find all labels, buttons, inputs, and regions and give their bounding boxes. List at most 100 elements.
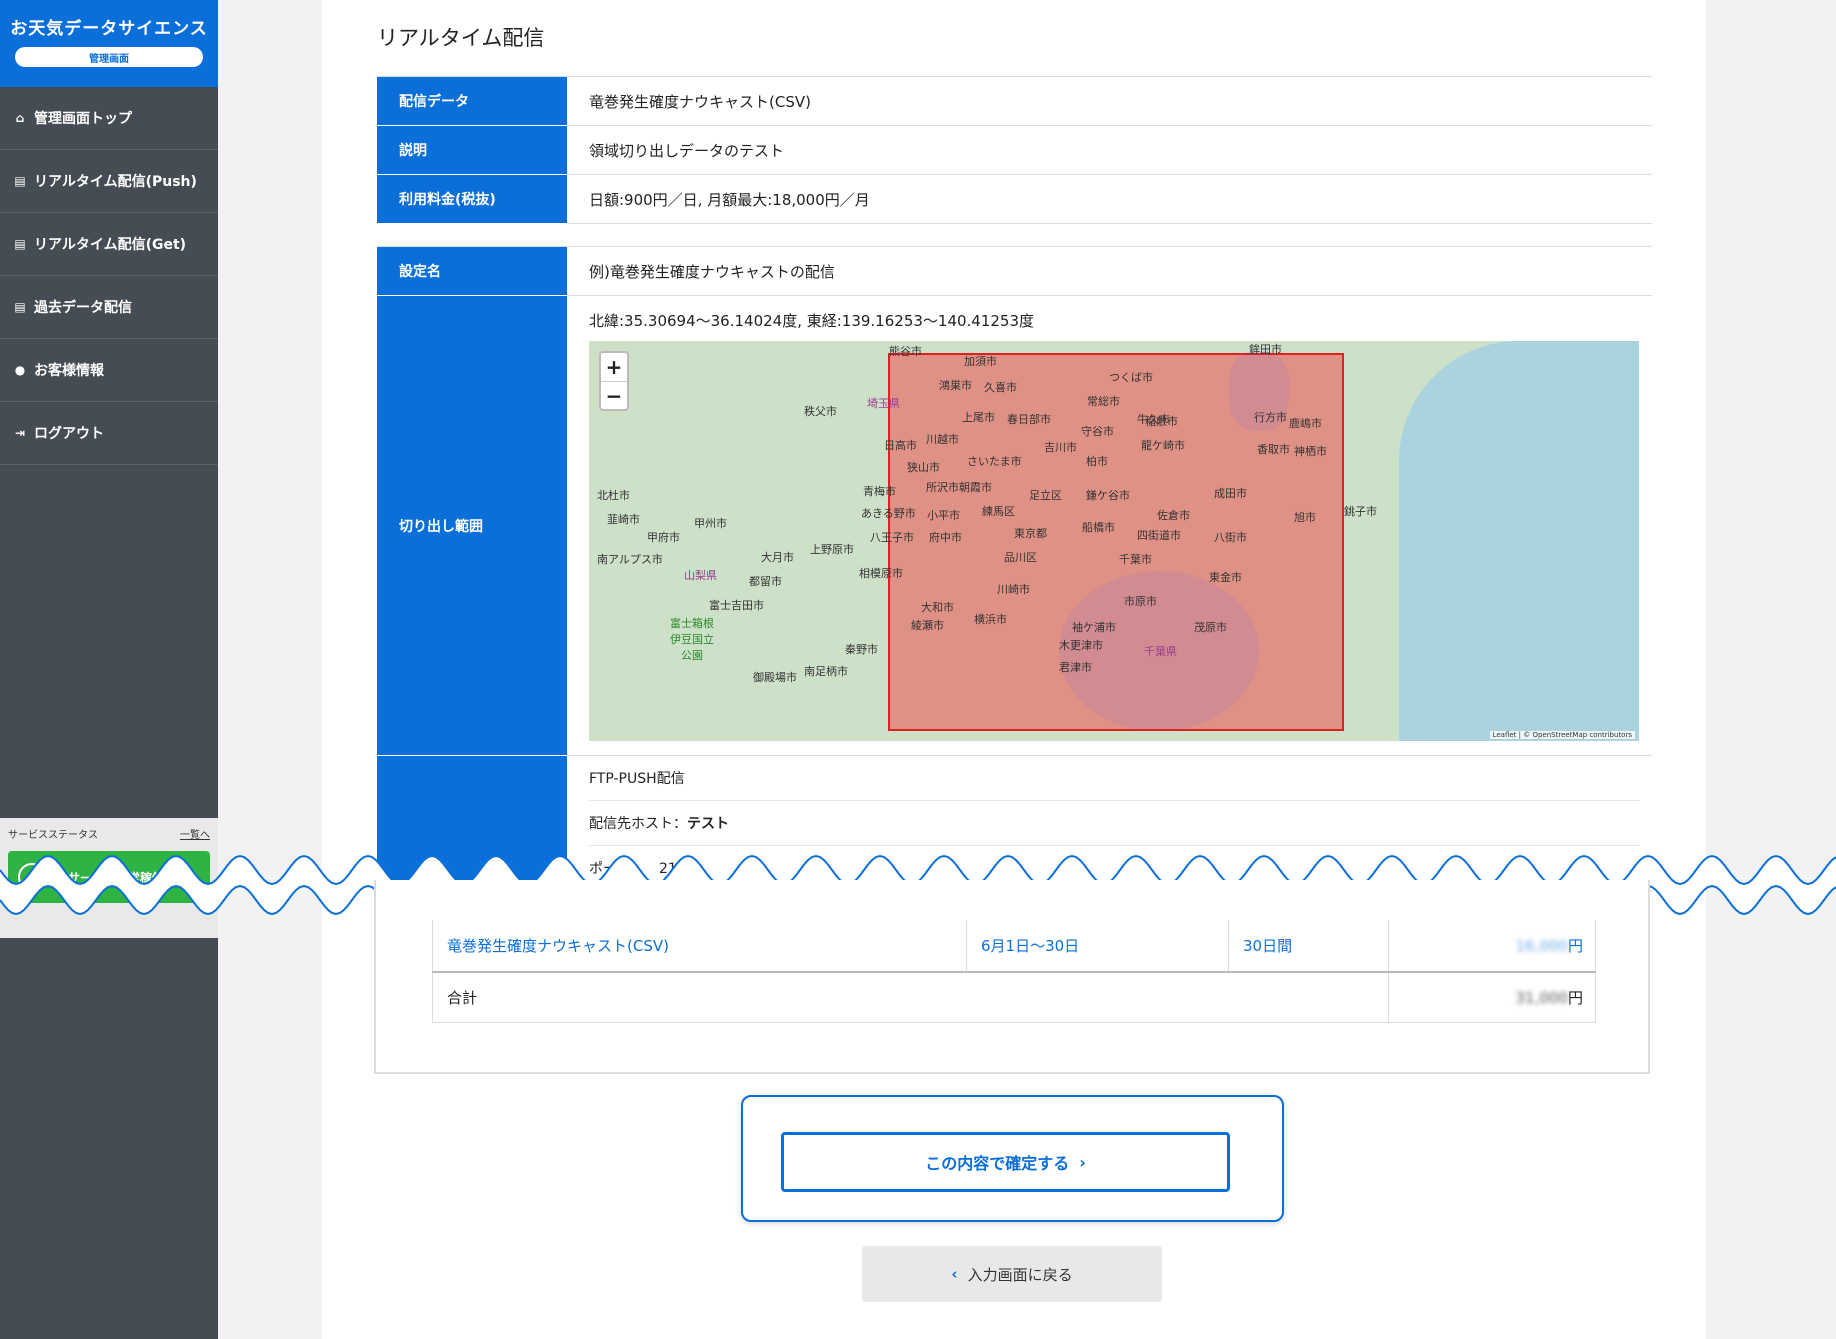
map-city-label: 練馬区 (982, 505, 1015, 518)
map-city-label: 東金市 (1209, 571, 1242, 584)
map-city-label: 上野原市 (810, 543, 854, 556)
table-row: 説明 領域切り出しデータのテスト (377, 125, 1652, 175)
zoom-out-button[interactable]: − (601, 381, 627, 409)
brand-logo[interactable]: お天気データサイエンス (10, 14, 208, 39)
nav-item-customer-info[interactable]: ● お客様情報 (0, 339, 218, 402)
nav-item-realtime-get[interactable]: ▤ リアルタイム配信(Get) (0, 213, 218, 276)
map-city-label: 市原市 (1124, 595, 1157, 608)
map-city-label: 龍ケ崎市 (1141, 439, 1185, 452)
map-city-label: 秦野市 (845, 643, 878, 656)
nav-label: 管理画面トップ (34, 111, 132, 127)
map-city-label: 常総市 (1087, 395, 1120, 408)
table-row: 合計 31,000円 (432, 971, 1596, 1023)
map-city-label: 北杜市 (597, 489, 630, 502)
map-city-label: 吉川市 (1044, 441, 1077, 454)
billing-table: 竜巻発生確度ナウキャスト(CSV) 6月1日〜30日 30日間 16,000円 … (432, 920, 1596, 1023)
map-city-label: 香取市 (1257, 443, 1290, 456)
delivery-info-table: 配信データ 竜巻発生確度ナウキャスト(CSV) 説明 領域切り出しデータのテスト… (377, 76, 1652, 224)
map-city-label: 秩父市 (804, 405, 837, 418)
row-value: 日額:900円／日, 月額最大:18,000円／月 (567, 174, 1652, 224)
bill-item-amount-cell: 16,000円 (1388, 920, 1596, 973)
map-city-label: 川越市 (926, 433, 959, 446)
nav-item-logout[interactable]: ⇥ ログアウト (0, 402, 218, 465)
service-status-list-link[interactable]: 一覧へ (180, 826, 210, 841)
document-icon: ▤ (14, 174, 26, 188)
map-city-label: 山梨県 (684, 569, 717, 582)
map-city-label: 木更津市 (1059, 639, 1103, 652)
map-city-label: 埼玉県 (867, 397, 900, 410)
zoom-in-button[interactable]: + (601, 353, 627, 381)
map-city-label: さいたま市 (967, 455, 1022, 468)
map-city-label: 八王子市 (870, 531, 914, 544)
chevron-left-icon: ‹ (951, 1265, 958, 1283)
map-city-label: 御殿場市 (753, 671, 797, 684)
map-city-label: 綾瀬市 (911, 619, 944, 632)
map-city-label: 東京都 (1014, 527, 1047, 540)
nav-item-admin-top[interactable]: ⌂ 管理画面トップ (0, 87, 218, 150)
ocean-area (1399, 341, 1639, 741)
map-city-label: 青梅市 (863, 485, 896, 498)
map-city-label: あきる野市 (861, 507, 916, 520)
map-city-label: つくば市 (1109, 371, 1153, 384)
brand-header: お天気データサイエンス 管理画面 (0, 0, 218, 87)
page-title: リアルタイム配信 (377, 26, 545, 50)
bill-item-name[interactable]: 竜巻発生確度ナウキャスト(CSV) (432, 920, 967, 973)
map-city-label: 八街市 (1214, 531, 1247, 544)
nav-label: リアルタイム配信(Get) (34, 237, 187, 253)
document-icon: ▤ (14, 300, 26, 314)
sidebar: お天気データサイエンス 管理画面 ⌂ 管理画面トップ ▤ リアルタイム配信(Pu… (0, 0, 218, 1339)
row-label: 配信データ (377, 76, 567, 126)
row-label: 切り出し範囲 (377, 295, 567, 756)
map-zoom-control: + − (599, 351, 629, 411)
confirm-button[interactable]: この内容で確定する › (781, 1132, 1230, 1192)
total-amount-cell: 31,000円 (1388, 971, 1596, 1023)
map-city-label: 小平市 (927, 509, 960, 522)
map-city-label: 甲州市 (694, 517, 727, 530)
back-to-input-button[interactable]: ‹ 入力画面に戻る (862, 1246, 1162, 1302)
map-city-label: 狭山市 (907, 461, 940, 474)
map-city-label: 相模原市 (859, 567, 903, 580)
map-city-label: 所沢市 (926, 481, 959, 494)
total-label: 合計 (432, 971, 1389, 1023)
table-row: 設定名 例)竜巻発生確度ナウキャストの配信 (377, 246, 1652, 296)
table-row: 利用料金(税抜) 日額:900円／日, 月額最大:18,000円／月 (377, 174, 1652, 224)
map-city-label: 鴻巣市 (939, 379, 972, 392)
row-label: 設定名 (377, 246, 567, 296)
admin-badge: 管理画面 (15, 47, 203, 67)
bill-item-amount: 16,000 (1515, 937, 1568, 955)
map-city-label: 千葉県 (1144, 645, 1177, 658)
user-icon: ● (14, 363, 26, 377)
total-amount: 31,000 (1515, 988, 1568, 1007)
map-city-label: 南足柄市 (804, 665, 848, 678)
map-city-label: 佐倉市 (1157, 509, 1190, 522)
row-label: 利用料金(税抜) (377, 174, 567, 224)
table-row: 配信データ 竜巻発生確度ナウキャスト(CSV) (377, 76, 1652, 126)
range-coordinates: 北緯:35.30694〜36.14024度, 東経:139.16253〜140.… (589, 312, 1035, 330)
map-city-label: 南アルプス市 (597, 553, 663, 566)
bill-item-period: 6月1日〜30日 (966, 920, 1229, 973)
setting-name-value: 例)竜巻発生確度ナウキャストの配信 (567, 246, 1652, 296)
map-city-label: 久喜市 (984, 381, 1017, 394)
home-icon: ⌂ (15, 111, 25, 125)
map-city-label: 守谷市 (1081, 425, 1114, 438)
range-map[interactable]: + − Leaflet | © OpenStreetMap contributo… (589, 341, 1639, 741)
nav-label: リアルタイム配信(Push) (34, 174, 197, 190)
table-row: 竜巻発生確度ナウキャスト(CSV) 6月1日〜30日 30日間 16,000円 (432, 920, 1596, 973)
map-city-label: 鎌ケ谷市 (1086, 489, 1130, 502)
yen-unit: 円 (1567, 988, 1583, 1007)
map-city-label: 船橋市 (1082, 521, 1115, 534)
nav-item-past-data[interactable]: ▤ 過去データ配信 (0, 276, 218, 339)
row-value: 領域切り出しデータのテスト (567, 125, 1652, 175)
map-city-label: 茂原市 (1194, 621, 1227, 634)
map-city-label: 都留市 (749, 575, 782, 588)
confirm-panel: この内容で確定する › (741, 1095, 1284, 1222)
map-city-label: 行方市 (1254, 411, 1287, 424)
map-city-label: 朝霞市 (959, 481, 992, 494)
map-city-label: 春日部市 (1007, 413, 1051, 426)
host-value: テスト (687, 816, 729, 832)
service-status-title: サービスステータス (8, 830, 98, 841)
map-attribution[interactable]: Leaflet | © OpenStreetMap contributors (1489, 731, 1635, 739)
map-city-label: 柏市 (1086, 455, 1108, 468)
nav-item-realtime-push[interactable]: ▤ リアルタイム配信(Push) (0, 150, 218, 213)
map-city-label: 旭市 (1294, 511, 1316, 524)
